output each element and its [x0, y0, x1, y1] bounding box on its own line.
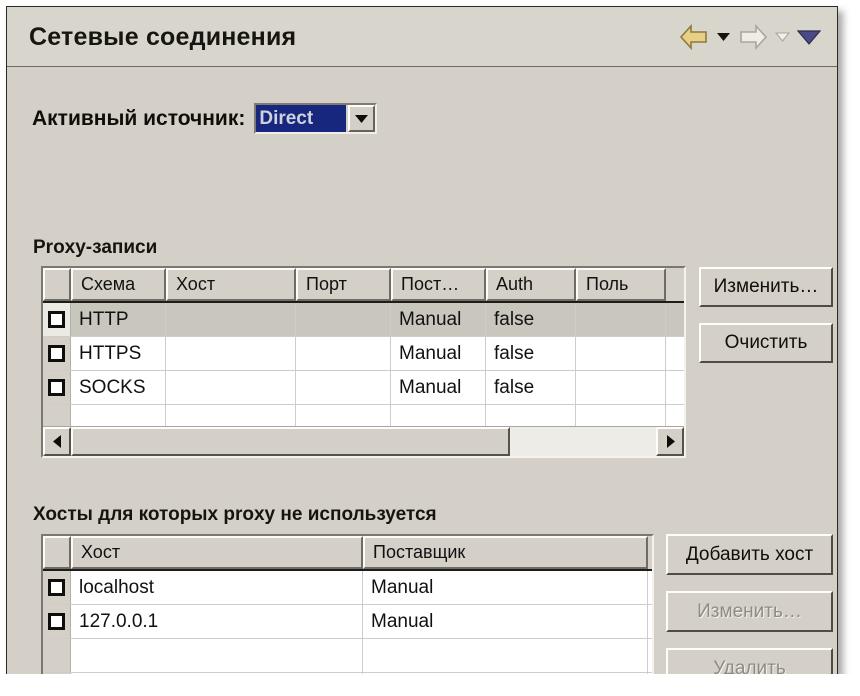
proxy-table-body[interactable]: HTTP Manual false HTTPS Manual false SOCKS Manu…	[43, 303, 684, 439]
torn-page-edge	[0, 674, 860, 696]
proxy-scroll-track[interactable]	[71, 427, 656, 456]
table-cell	[166, 303, 296, 336]
row-checkbox[interactable]	[43, 337, 71, 370]
row-checkbox[interactable]	[43, 571, 71, 604]
active-source-row: Активный источник: Direct	[32, 103, 378, 134]
table-cell: HTTPS	[71, 337, 166, 370]
add-host-button[interactable]: Добавить хост	[666, 534, 833, 575]
table-row[interactable]: HTTP Manual false	[43, 303, 684, 337]
checkbox-icon[interactable]	[48, 345, 65, 362]
column-header[interactable]: Поставщик	[363, 536, 648, 569]
table-cell	[71, 639, 363, 672]
column-header[interactable]: Auth	[486, 268, 576, 301]
table-cell	[576, 337, 666, 370]
table-cell	[296, 371, 391, 404]
table-row[interactable]: 127.0.0.1 Manual	[43, 605, 652, 639]
column-header[interactable]: Хост	[166, 268, 296, 301]
back-arrow-icon[interactable]	[679, 22, 709, 52]
forward-arrow-icon	[738, 22, 768, 52]
column-header[interactable]: Поль	[576, 268, 666, 301]
network-connections-window: Сетевые соединения Активный источник: Di…	[6, 6, 838, 678]
table-row[interactable]: HTTPS Manual false	[43, 337, 684, 371]
proxy-horizontal-scrollbar[interactable]	[43, 426, 684, 456]
table-cell	[296, 337, 391, 370]
column-header[interactable]: Порт	[296, 268, 391, 301]
proxy-records-label: Proxy-записи	[33, 237, 158, 258]
triangle-down-icon[interactable]	[348, 105, 376, 132]
bypass-table-body[interactable]: localhost Manual 127.0.0.1 Manual	[43, 571, 652, 677]
header-navigation	[679, 21, 821, 53]
table-cell	[576, 371, 666, 404]
table-cell: 127.0.0.1	[71, 605, 363, 638]
row-checkbox[interactable]	[43, 371, 71, 404]
window-body: Активный источник: Direct Proxy-записи С…	[7, 67, 837, 677]
bypass-hosts-table[interactable]: Хост Поставщик localhost Manual 127.0.0.1 Ma…	[41, 534, 654, 677]
table-cell	[363, 639, 648, 672]
page-title: Сетевые соединения	[29, 23, 297, 51]
edit-host-button[interactable]: Изменить…	[666, 591, 833, 632]
table-cell	[166, 371, 296, 404]
back-dropdown-chevron-down-icon[interactable]	[716, 22, 731, 52]
checkbox-icon[interactable]	[48, 613, 65, 630]
column-header[interactable]: Хост	[71, 536, 363, 569]
table-cell: localhost	[71, 571, 363, 604]
proxy-records-table[interactable]: Схема Хост Порт Пост… Auth Поль HTTP Manual fal…	[41, 266, 686, 458]
column-header[interactable]: Схема	[71, 268, 166, 301]
bypass-table-header: Хост Поставщик	[43, 536, 652, 571]
table-cell	[166, 337, 296, 370]
select-all-header[interactable]	[43, 268, 71, 301]
table-cell: false	[486, 303, 576, 336]
table-cell: HTTP	[71, 303, 166, 336]
table-cell: SOCKS	[71, 371, 166, 404]
row-checkbox	[43, 639, 71, 672]
row-checkbox[interactable]	[43, 605, 71, 638]
forward-dropdown-chevron-down-icon	[775, 22, 790, 52]
active-source-label: Активный источник:	[32, 106, 246, 130]
checkbox-icon[interactable]	[48, 311, 65, 328]
triangle-right-icon[interactable]	[656, 427, 684, 456]
proxy-table-header: Схема Хост Порт Пост… Auth Поль	[43, 268, 684, 303]
triangle-left-icon[interactable]	[43, 427, 71, 456]
table-row[interactable]: localhost Manual	[43, 571, 652, 605]
table-cell: Manual	[391, 337, 486, 370]
table-cell	[296, 303, 391, 336]
table-cell: Manual	[363, 571, 648, 604]
header-menu-chevron-down-icon[interactable]	[797, 22, 821, 52]
table-cell	[576, 303, 666, 336]
row-checkbox[interactable]	[43, 303, 71, 336]
table-cell: false	[486, 371, 576, 404]
table-cell: Manual	[363, 605, 648, 638]
column-header[interactable]: Пост…	[391, 268, 486, 301]
clear-proxy-button[interactable]: Очистить	[699, 323, 833, 363]
checkbox-icon[interactable]	[48, 379, 65, 396]
checkbox-icon[interactable]	[48, 579, 65, 596]
table-cell: Manual	[391, 303, 486, 336]
table-cell: false	[486, 337, 576, 370]
active-source-value: Direct	[256, 105, 347, 132]
window-header: Сетевые соединения	[7, 7, 837, 69]
table-row[interactable]	[43, 639, 652, 673]
proxy-scroll-thumb[interactable]	[71, 427, 510, 456]
table-cell: Manual	[391, 371, 486, 404]
select-all-header[interactable]	[43, 536, 71, 569]
edit-proxy-button[interactable]: Изменить…	[699, 267, 833, 307]
table-row[interactable]: SOCKS Manual false	[43, 371, 684, 405]
bypass-hosts-label: Хосты для которых proxy не используется	[33, 504, 437, 525]
active-source-select[interactable]: Direct	[254, 103, 378, 134]
